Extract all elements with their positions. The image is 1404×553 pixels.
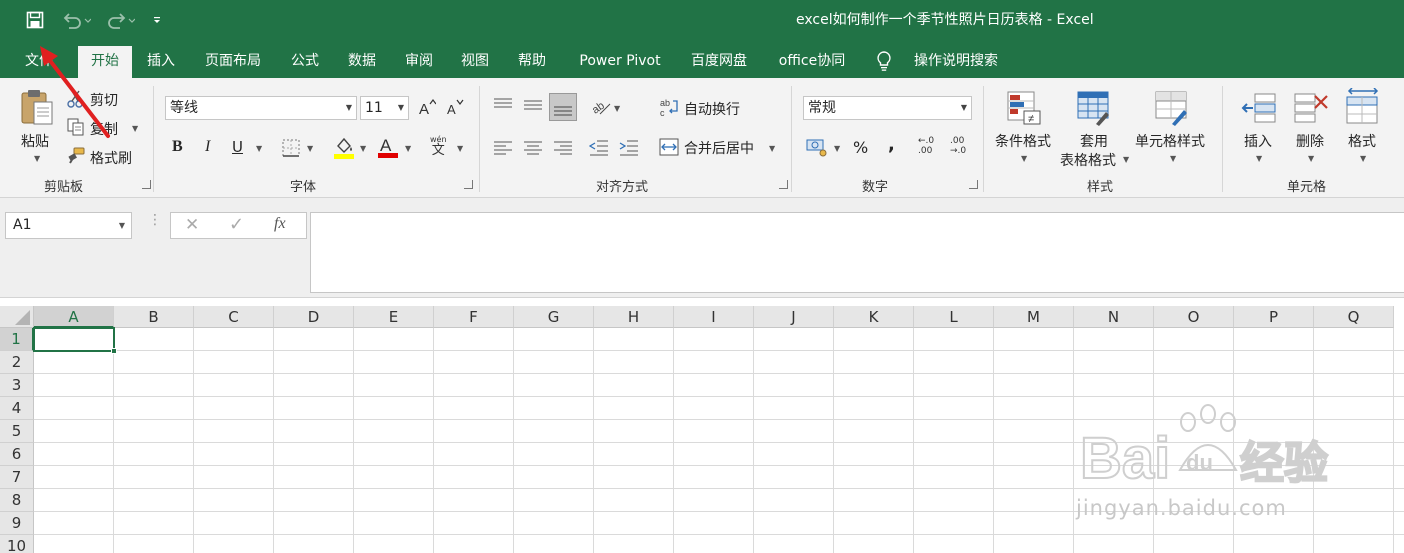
annotation-arrow: [40, 46, 110, 138]
